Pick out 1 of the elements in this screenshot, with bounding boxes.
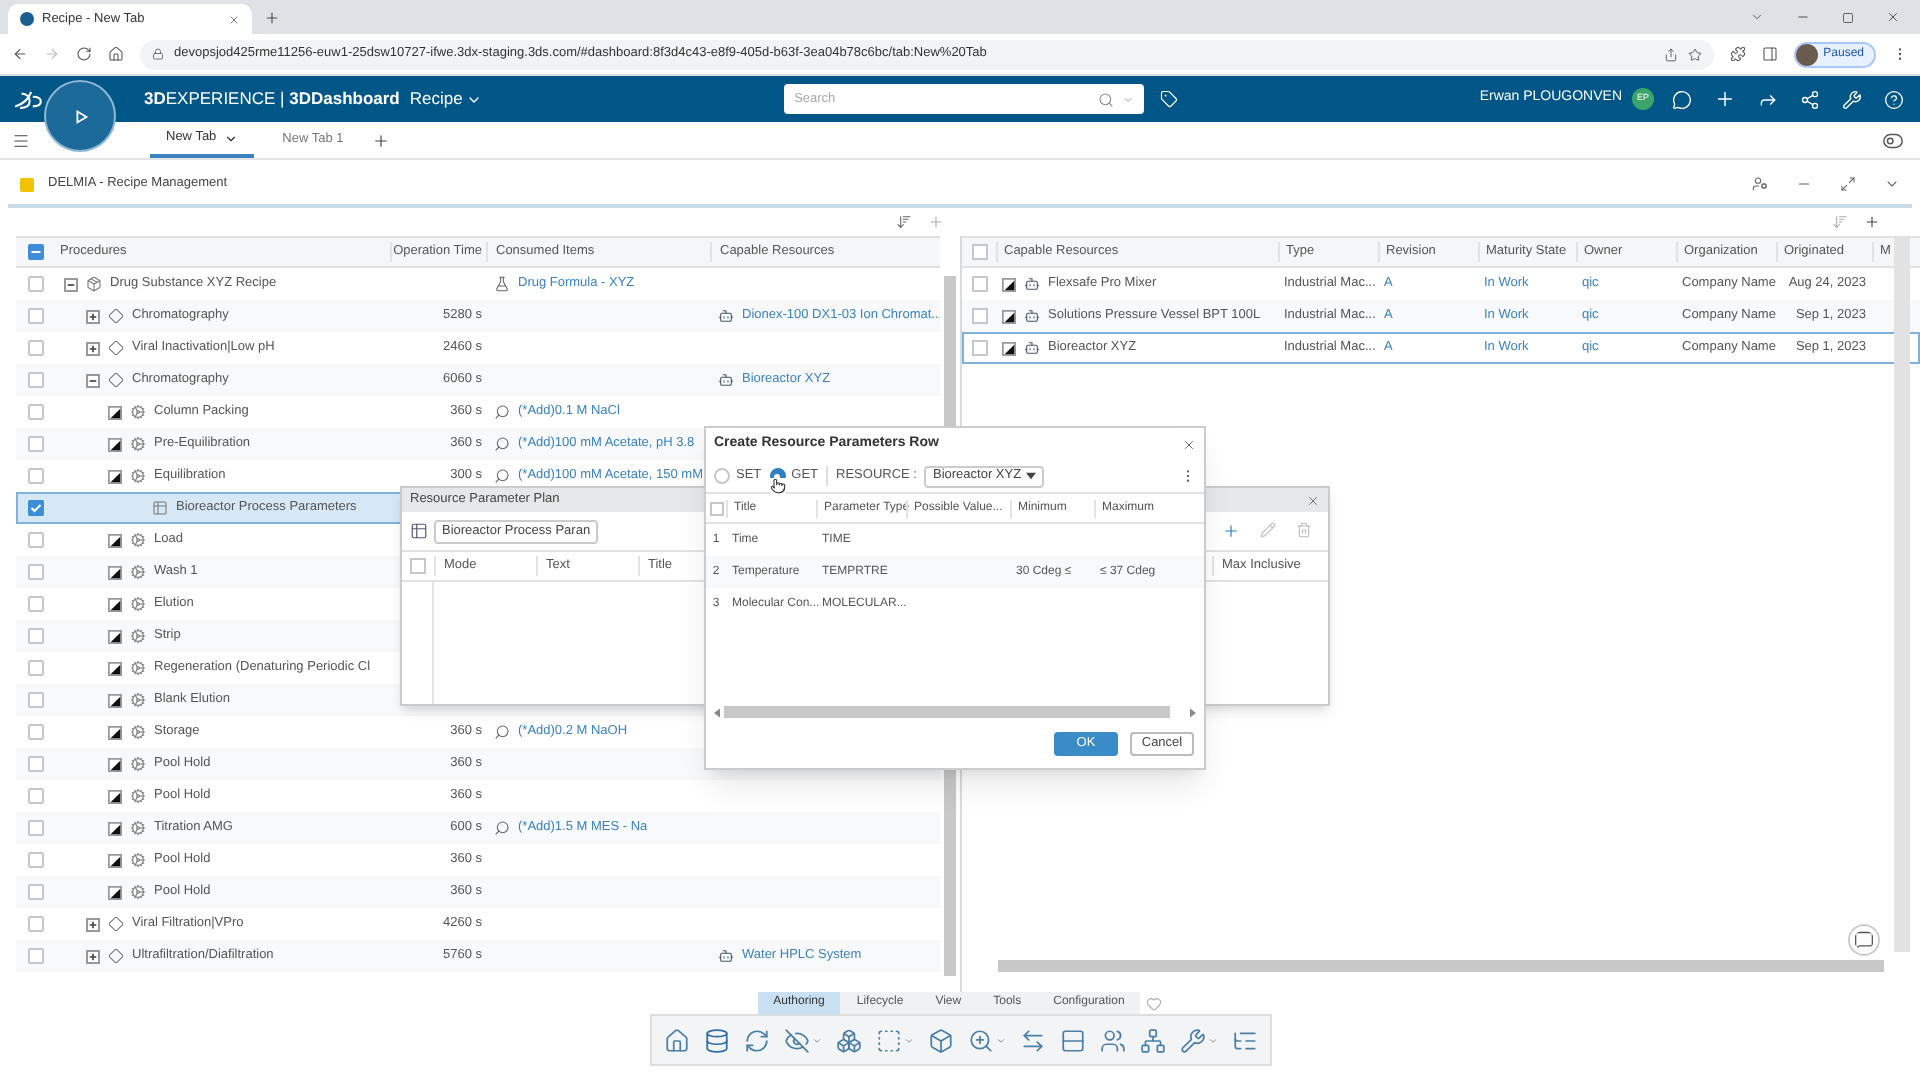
- platform-title: 3DEXPERIENCE | 3DDashboard: [144, 86, 400, 112]
